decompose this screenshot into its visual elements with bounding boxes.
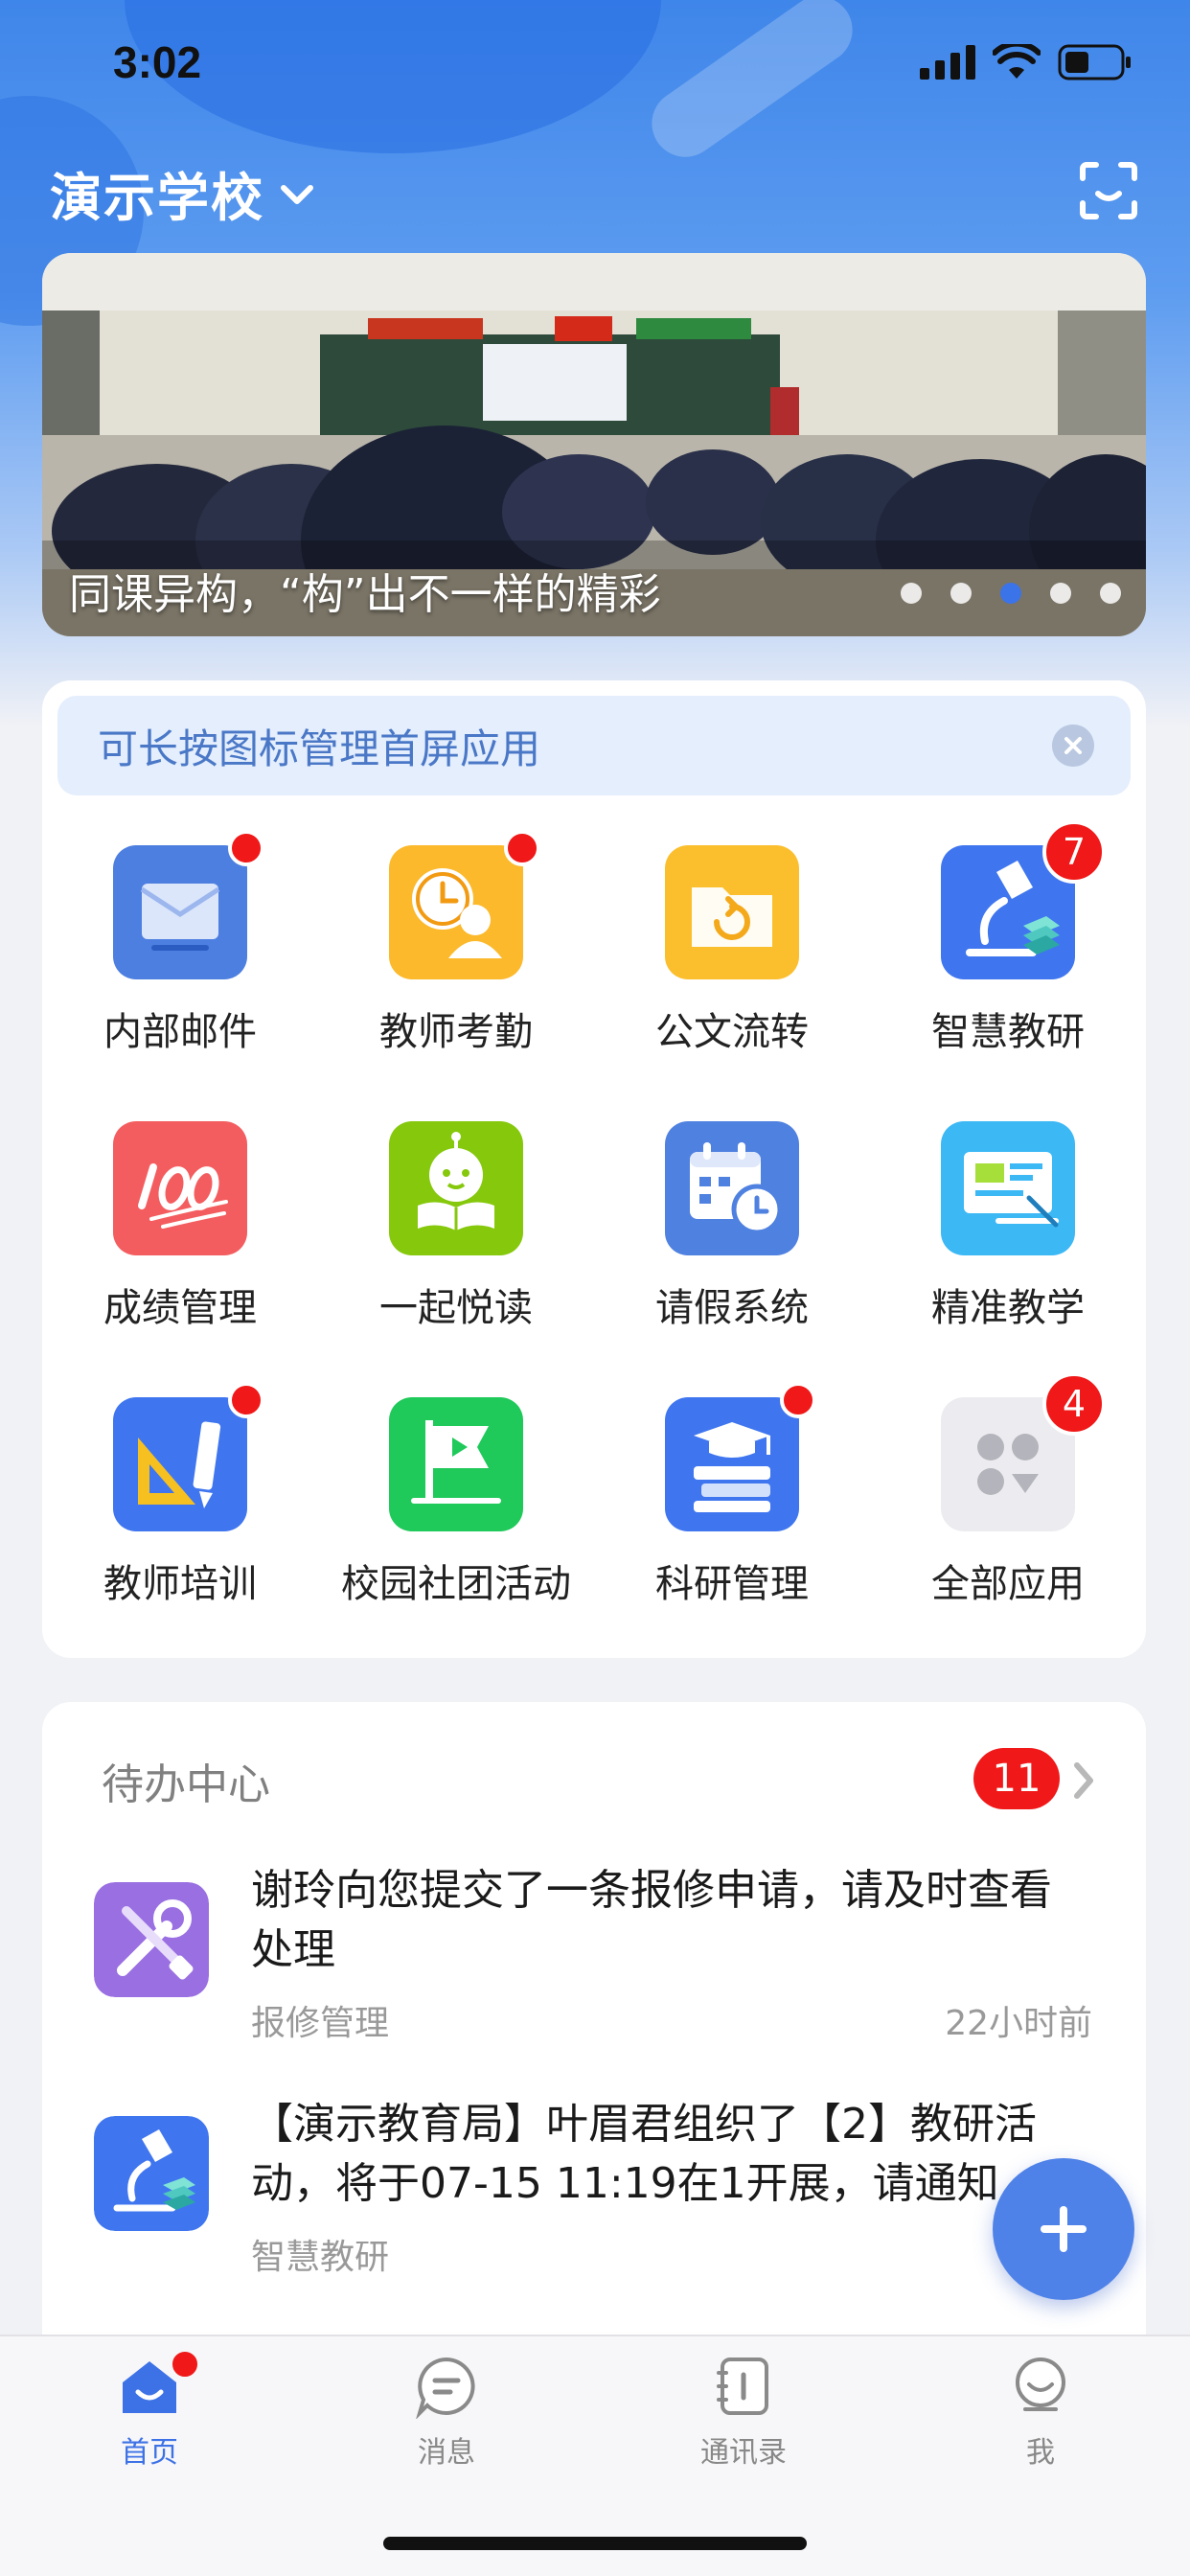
folder-refresh-icon xyxy=(665,845,799,979)
tab-home[interactable]: 首页 xyxy=(54,2348,245,2488)
presentation-icon xyxy=(941,1121,1075,1255)
contacts-icon xyxy=(717,2358,768,2415)
app-label: 成绩管理 xyxy=(103,1286,257,1330)
banner-caption: 同课异构，“构”出不一样的精彩 xyxy=(69,570,661,619)
app-label: 校园社团活动 xyxy=(341,1562,571,1606)
banner-dot[interactable] xyxy=(901,583,922,604)
app-label: 全部应用 xyxy=(931,1562,1085,1606)
app-smart-research[interactable]: 7 智慧教研 xyxy=(870,820,1146,1094)
app-label: 一起悦读 xyxy=(379,1286,533,1330)
calendar-clock-icon xyxy=(665,1121,799,1255)
tab-contacts[interactable]: 通讯录 xyxy=(648,2354,839,2488)
app-teacher-attendance[interactable]: 教师考勤 xyxy=(318,830,594,1094)
profile-icon xyxy=(1016,2358,1065,2411)
app-label: 请假系统 xyxy=(655,1286,809,1330)
add-button[interactable] xyxy=(993,2158,1134,2300)
battery-icon xyxy=(1058,44,1131,80)
todo-text-line: 处理 xyxy=(251,1925,335,1974)
app-document-flow[interactable]: 公文流转 xyxy=(594,845,870,1094)
todo-text: 【演示教育局】叶眉君组织了【2】教研活 动，将于07-15 11:19在1开展，… xyxy=(251,2095,1113,2214)
tab-label: 消息 xyxy=(418,2436,475,2470)
app-all-apps[interactable]: 4 全部应用 xyxy=(870,1372,1146,1646)
tab-label: 我 xyxy=(1026,2436,1055,2470)
ruler-pencil-icon xyxy=(113,1382,264,1531)
todo-card: 待办中心 11 谢玲向您提交了一条报修申请，请及时查看 处理 报修管理 22小时… xyxy=(42,1702,1146,2373)
todo-time: 22小时前 xyxy=(945,2004,1092,2043)
banner-carousel[interactable]: 同课异构，“构”出不一样的精彩 xyxy=(42,253,1146,636)
app-label: 教师考勤 xyxy=(379,1010,533,1054)
app-label: 内部邮件 xyxy=(103,1010,257,1054)
signal-icon xyxy=(920,45,975,80)
all-apps-icon: 4 xyxy=(941,1372,1106,1531)
notification-dot xyxy=(504,830,540,866)
mail-icon xyxy=(113,830,264,979)
flag-icon xyxy=(389,1397,523,1531)
microscope-icon xyxy=(94,2116,209,2231)
banner-pagination xyxy=(901,583,1121,604)
todo-source: 智慧教研 xyxy=(251,2238,390,2277)
tab-label: 首页 xyxy=(121,2436,178,2470)
school-selector[interactable]: 演示学校 xyxy=(50,155,316,231)
repair-tools-icon xyxy=(94,1882,209,1997)
tab-label: 通讯录 xyxy=(700,2436,787,2470)
banner-dot[interactable] xyxy=(950,583,972,604)
tip-text: 可长按图标管理首屏应用 xyxy=(98,724,541,772)
app-label: 科研管理 xyxy=(655,1562,809,1606)
notification-dot xyxy=(228,1382,264,1418)
banner-dot[interactable] xyxy=(1050,583,1071,604)
app-label: 公文流转 xyxy=(655,1010,809,1054)
app-teacher-training[interactable]: 教师培训 xyxy=(42,1382,318,1646)
app-precise-teaching[interactable]: 精准教学 xyxy=(870,1121,1146,1370)
home-indicator xyxy=(383,2537,807,2550)
notification-dot xyxy=(780,1382,816,1418)
app-research-management[interactable]: 科研管理 xyxy=(594,1382,870,1646)
close-icon[interactable] xyxy=(1052,724,1094,767)
todo-text-line: 动，将于07-15 11:19在1开展，请通知 xyxy=(251,2159,999,2208)
app-count-badge: 7 xyxy=(1042,820,1106,884)
app-mail[interactable]: 内部邮件 xyxy=(42,830,318,1094)
chevron-down-icon xyxy=(281,184,313,204)
app-label: 智慧教研 xyxy=(931,1010,1085,1054)
app-label: 精准教学 xyxy=(931,1286,1085,1330)
banner-dot[interactable] xyxy=(1100,583,1121,604)
todo-text-line: 【演示教育局】叶眉君组织了【2】教研活 xyxy=(251,2100,1037,2149)
apps-card: 可长按图标管理首屏应用 内部邮件 教师考勤 公文流转 7 智慧教研 成绩管理 一… xyxy=(42,680,1146,1658)
status-bar: 3:02 xyxy=(0,0,1190,125)
todo-text-line: 谢玲向您提交了一条报修申请，请及时查看 xyxy=(251,1866,1052,1915)
tab-profile[interactable]: 我 xyxy=(945,2354,1136,2488)
chevron-right-icon[interactable] xyxy=(1069,1760,1098,1802)
todo-item[interactable]: 【演示教育局】叶眉君组织了【2】教研活 动，将于07-15 11:19在1开展，… xyxy=(42,2095,1146,2315)
notification-dot xyxy=(169,2348,201,2380)
clock-teacher-icon xyxy=(389,830,540,979)
books-cap-icon xyxy=(665,1382,816,1531)
message-icon xyxy=(416,2357,475,2419)
wifi-icon xyxy=(993,44,1041,79)
tip-bar: 可长按图标管理首屏应用 xyxy=(57,696,1131,795)
todo-source: 报修管理 xyxy=(251,2004,390,2043)
app-leave-system[interactable]: 请假系统 xyxy=(594,1121,870,1370)
microscope-icon: 7 xyxy=(941,820,1106,979)
app-campus-clubs[interactable]: 校园社团活动 xyxy=(318,1397,594,1646)
scan-icon[interactable] xyxy=(1079,161,1138,220)
notification-dot xyxy=(228,830,264,866)
app-grade-management[interactable]: 成绩管理 xyxy=(42,1121,318,1370)
school-name: 演示学校 xyxy=(50,168,264,228)
status-icons xyxy=(920,44,1133,80)
app-count-badge: 4 xyxy=(1042,1372,1106,1436)
todo-title: 待办中心 xyxy=(102,1760,270,1809)
status-time: 3:02 xyxy=(113,37,202,87)
app-reading[interactable]: 一起悦读 xyxy=(318,1121,594,1370)
todo-item[interactable]: 谢玲向您提交了一条报修申请，请及时查看 处理 报修管理 22小时前 xyxy=(42,1861,1146,2082)
app-label: 教师培训 xyxy=(103,1562,257,1606)
todo-text: 谢玲向您提交了一条报修申请，请及时查看 处理 xyxy=(251,1861,1113,1980)
reading-robot-icon xyxy=(389,1121,523,1255)
todo-count-badge[interactable]: 11 xyxy=(973,1748,1060,1809)
score-100-icon xyxy=(113,1121,247,1255)
tab-messages[interactable]: 消息 xyxy=(351,2354,542,2488)
banner-dot-active[interactable] xyxy=(1000,583,1021,604)
